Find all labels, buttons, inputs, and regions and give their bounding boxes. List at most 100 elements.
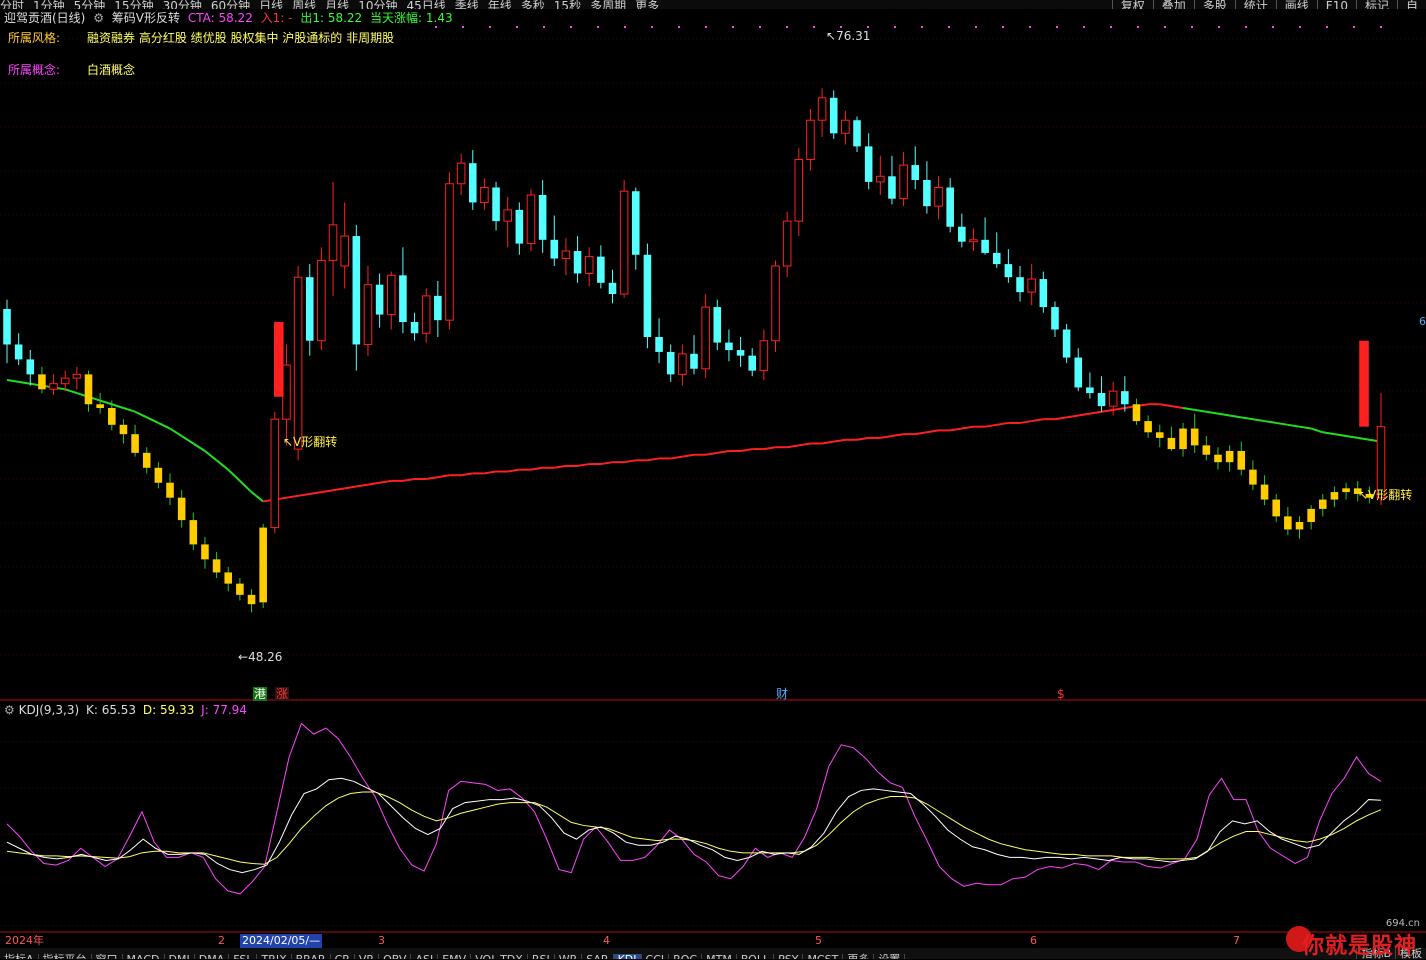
candle-body [328,224,338,261]
watermark-text: 你就是股神 [1302,934,1418,959]
indicator-tab[interactable]: PSY [774,954,804,959]
candle-body [538,194,547,240]
ma-segment [344,485,357,490]
candle-body [96,404,104,408]
indicator-tab[interactable]: DMA [195,954,230,959]
indicator-name[interactable]: 筹码V形反转 [112,11,180,25]
candlestick-series [3,88,1386,613]
ma-segment [1078,412,1091,417]
ma-segment [670,455,683,460]
kdj-j-line [6,722,1382,895]
candle-body [725,342,733,351]
indicator-tab[interactable]: CR [331,954,355,959]
candle-body [224,572,233,584]
indicator-tab[interactable]: EMV [438,954,472,959]
candle-body [817,97,827,121]
marker-dot [921,26,923,28]
concept-label: 所属概念: [8,63,61,77]
indicator-tab[interactable]: 指标A [0,954,39,959]
candle-body [911,165,920,181]
candle-body [480,186,489,203]
indicator-tab[interactable]: VR [355,954,380,959]
marker-dot [1110,26,1112,28]
candle-body [981,239,989,253]
low-price-label: ←48.26 [238,650,283,664]
kdj-title[interactable]: KDJ(9,3,3) [19,703,80,717]
candle-body [958,226,966,242]
change-value: 当天涨幅: 1.43 [370,11,453,25]
settings-icon[interactable]: ⚙ [4,703,15,717]
kdj-header: ⚙ KDJ(9,3,3) K: 65.53 D: 59.33 J: 77.94 [4,703,247,717]
indicator-tab[interactable]: WR [555,954,583,959]
candle-body [794,158,804,222]
candle-body [1179,428,1187,450]
ma-segment [309,491,322,495]
finance-report-marker[interactable]: 财 [776,687,788,701]
ma-segment [1089,410,1102,415]
candle-body [293,276,303,450]
ma-segment [379,479,392,484]
limit-up-marker[interactable]: 涨 [275,687,290,701]
indicator-tab[interactable]: 更多 [843,954,875,959]
candle-body [782,220,792,267]
indicator-tab[interactable]: TRIX [257,954,292,959]
ma-segment [286,494,299,499]
indicator-tab[interactable]: MACD [123,954,165,959]
indicator-tab[interactable]: RSI [528,954,555,959]
candle-body [1330,492,1339,500]
watermark-logo: 694.cn 你就是股神 [1272,918,1422,959]
indicator-tab[interactable]: MCST [803,954,844,959]
candle-body [456,162,466,185]
candle-body [853,120,861,147]
candle-body [969,239,978,243]
ma-segment [623,459,636,464]
ma-segment [507,468,520,473]
indicator-tab[interactable]: FSL [229,954,258,959]
candle-body [1202,445,1211,455]
ma-segment [227,468,241,482]
ma-segment [192,442,206,452]
candle-body [492,187,500,222]
candle-body [14,344,23,360]
kdj-d-line [6,791,1382,865]
indicator-tab[interactable]: CCI [642,954,670,959]
hk-connect-marker[interactable]: 港 [253,687,268,701]
indicator-tab[interactable]: BRAR [292,954,331,959]
ma-segment [6,378,19,383]
indicator-tab[interactable]: VOL-TDX [471,954,528,959]
candle-body [421,295,431,334]
indicator-tab[interactable]: DMI [165,954,195,959]
ma-segment [1334,433,1347,438]
indicator-tab[interactable]: 指标平台 [39,954,92,959]
candle-body [1121,391,1129,405]
indicator-tab[interactable]: BOLL [737,954,775,959]
style-value: 融资融券 高分红股 绩优股 股权集中 沪股通标的 非周期股 [87,31,395,45]
gear-icon[interactable]: ⚙ [93,11,104,25]
selected-date[interactable]: 2024/02/05/— [240,934,323,948]
dividend-marker[interactable]: $ [1057,687,1065,701]
indicator-tab[interactable]: OBV [379,954,412,959]
candle-body [177,497,186,521]
indicator-tab[interactable]: SAR [582,954,614,959]
ma-segment [717,449,730,454]
kdj-d-value: D: 59.33 [142,703,195,717]
marker-dot [867,26,869,28]
indicator-tab[interactable]: KDJ [613,954,642,959]
candle-body [748,355,757,371]
indicator-tab[interactable]: MTM [702,954,737,959]
candle-body [445,183,454,321]
ma-segment [134,410,148,419]
candle-body [399,275,407,323]
stock-title[interactable]: 迎驾贡酒(日线) [4,11,85,25]
marker-dot [1218,26,1220,28]
ma-segment [111,403,124,409]
ma-segment [146,416,159,424]
indicator-tab[interactable]: ROC [669,954,703,959]
candle-body [573,251,582,274]
indicator-tab[interactable]: 设置 [874,954,906,959]
indicator-tab[interactable]: 窗口 [92,954,123,959]
month-label: 2 [218,934,225,947]
indicator-tab[interactable]: ASI [411,954,439,959]
candle-body [1155,432,1164,438]
ma-segment [926,429,939,434]
